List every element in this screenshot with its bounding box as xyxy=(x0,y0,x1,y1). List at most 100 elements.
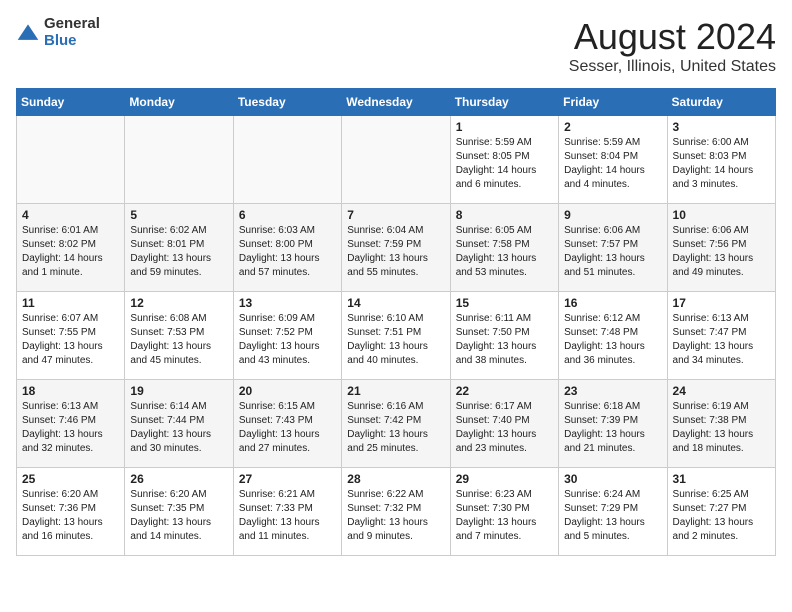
calendar-cell: 18Sunrise: 6:13 AMSunset: 7:46 PMDayligh… xyxy=(17,380,125,468)
day-info: Sunrise: 6:10 AMSunset: 7:51 PMDaylight:… xyxy=(347,312,444,368)
day-info: Sunrise: 6:22 AMSunset: 7:32 PMDaylight:… xyxy=(347,488,444,544)
calendar-week-row: 11 Sunrise: 6:07 AMSunset: 7:55 PMDayligh… xyxy=(17,292,776,380)
day-number: 3 xyxy=(673,120,770,134)
calendar-week-row: 25 Sunrise: 6:20 AMSunset: 7:36 PMDayligh… xyxy=(17,468,776,556)
day-info: Sunrise: 6:00 AMSunset: 8:03 PMDaylight:… xyxy=(673,136,770,192)
day-of-week-header: Thursday xyxy=(450,89,558,116)
calendar-table: SundayMondayTuesdayWednesdayThursdayFrid… xyxy=(16,88,776,556)
day-number: 21 xyxy=(347,384,444,398)
day-info: Sunrise: 6:09 AMSunset: 7:52 PMDaylight:… xyxy=(239,312,336,368)
calendar-cell: 5 Sunrise: 6:02 AMSunset: 8:01 PMDaylight… xyxy=(125,204,233,292)
day-info: Sunrise: 6:24 AMSunset: 7:29 PMDaylight:… xyxy=(564,488,661,544)
day-number: 16 xyxy=(564,296,661,310)
day-number: 30 xyxy=(564,472,661,486)
day-number: 28 xyxy=(347,472,444,486)
calendar-cell: 8Sunrise: 6:05 AMSunset: 7:58 PMDaylight… xyxy=(450,204,558,292)
calendar-week-row: 1Sunrise: 5:59 AMSunset: 8:05 PMDaylight… xyxy=(17,116,776,204)
day-of-week-header: Wednesday xyxy=(342,89,450,116)
day-info: Sunrise: 6:07 AMSunset: 7:55 PMDaylight:… xyxy=(22,312,119,368)
day-info: Sunrise: 6:16 AMSunset: 7:42 PMDaylight:… xyxy=(347,400,444,456)
day-info: Sunrise: 6:02 AMSunset: 8:01 PMDaylight:… xyxy=(130,224,227,280)
calendar-cell xyxy=(233,116,341,204)
day-number: 22 xyxy=(456,384,553,398)
day-number: 29 xyxy=(456,472,553,486)
day-number: 26 xyxy=(130,472,227,486)
day-number: 13 xyxy=(239,296,336,310)
calendar-cell: 26 Sunrise: 6:20 AMSunset: 7:35 PMDayligh… xyxy=(125,468,233,556)
calendar-cell xyxy=(17,116,125,204)
calendar-cell: 1Sunrise: 5:59 AMSunset: 8:05 PMDaylight… xyxy=(450,116,558,204)
calendar-cell: 14 Sunrise: 6:10 AMSunset: 7:51 PMDayligh… xyxy=(342,292,450,380)
day-info: Sunrise: 6:25 AMSunset: 7:27 PMDaylight:… xyxy=(673,488,770,544)
day-info: Sunrise: 6:12 AMSunset: 7:48 PMDaylight:… xyxy=(564,312,661,368)
calendar-cell: 9 Sunrise: 6:06 AMSunset: 7:57 PMDaylight… xyxy=(559,204,667,292)
page-header: General Blue August 2024 Sesser, Illinoi… xyxy=(16,16,776,76)
day-number: 15 xyxy=(456,296,553,310)
day-of-week-header: Saturday xyxy=(667,89,775,116)
day-info: Sunrise: 6:01 AMSunset: 8:02 PMDaylight:… xyxy=(22,224,119,280)
calendar-cell: 2Sunrise: 5:59 AMSunset: 8:04 PMDaylight… xyxy=(559,116,667,204)
calendar-cell: 25 Sunrise: 6:20 AMSunset: 7:36 PMDayligh… xyxy=(17,468,125,556)
day-info: Sunrise: 6:19 AMSunset: 7:38 PMDaylight:… xyxy=(673,400,770,456)
day-info: Sunrise: 6:21 AMSunset: 7:33 PMDaylight:… xyxy=(239,488,336,544)
day-number: 6 xyxy=(239,208,336,222)
day-info: Sunrise: 6:08 AMSunset: 7:53 PMDaylight:… xyxy=(130,312,227,368)
day-number: 2 xyxy=(564,120,661,134)
calendar-cell xyxy=(125,116,233,204)
calendar-cell: 17 Sunrise: 6:13 AMSunset: 7:47 PMDayligh… xyxy=(667,292,775,380)
day-number: 31 xyxy=(673,472,770,486)
day-info: Sunrise: 6:13 AMSunset: 7:47 PMDaylight:… xyxy=(673,312,770,368)
page-title: August 2024 xyxy=(569,16,776,58)
day-number: 27 xyxy=(239,472,336,486)
day-number: 5 xyxy=(130,208,227,222)
day-number: 23 xyxy=(564,384,661,398)
day-info: Sunrise: 6:20 AMSunset: 7:35 PMDaylight:… xyxy=(130,488,227,544)
calendar-cell: 7Sunrise: 6:04 AMSunset: 7:59 PMDaylight… xyxy=(342,204,450,292)
calendar-cell: 24Sunrise: 6:19 AMSunset: 7:38 PMDayligh… xyxy=(667,380,775,468)
day-number: 18 xyxy=(22,384,119,398)
calendar-cell: 23Sunrise: 6:18 AMSunset: 7:39 PMDayligh… xyxy=(559,380,667,468)
calendar-cell: 6 Sunrise: 6:03 AMSunset: 8:00 PMDaylight… xyxy=(233,204,341,292)
day-of-week-header: Monday xyxy=(125,89,233,116)
calendar-cell: 13 Sunrise: 6:09 AMSunset: 7:52 PMDayligh… xyxy=(233,292,341,380)
calendar-cell xyxy=(342,116,450,204)
day-number: 4 xyxy=(22,208,119,222)
logo-blue: Blue xyxy=(44,33,100,50)
calendar-cell: 21 Sunrise: 6:16 AMSunset: 7:42 PMDayligh… xyxy=(342,380,450,468)
day-number: 25 xyxy=(22,472,119,486)
day-info: Sunrise: 6:06 AMSunset: 7:56 PMDaylight:… xyxy=(673,224,770,280)
day-info: Sunrise: 6:15 AMSunset: 7:43 PMDaylight:… xyxy=(239,400,336,456)
calendar-cell: 28 Sunrise: 6:22 AMSunset: 7:32 PMDayligh… xyxy=(342,468,450,556)
calendar-cell: 20Sunrise: 6:15 AMSunset: 7:43 PMDayligh… xyxy=(233,380,341,468)
day-of-week-header: Sunday xyxy=(17,89,125,116)
calendar-cell: 11 Sunrise: 6:07 AMSunset: 7:55 PMDayligh… xyxy=(17,292,125,380)
day-number: 10 xyxy=(673,208,770,222)
day-number: 7 xyxy=(347,208,444,222)
logo-general: General xyxy=(44,16,100,33)
day-number: 17 xyxy=(673,296,770,310)
day-info: Sunrise: 6:11 AMSunset: 7:50 PMDaylight:… xyxy=(456,312,553,368)
calendar-cell: 27 Sunrise: 6:21 AMSunset: 7:33 PMDayligh… xyxy=(233,468,341,556)
calendar-cell: 29Sunrise: 6:23 AMSunset: 7:30 PMDayligh… xyxy=(450,468,558,556)
logo-icon xyxy=(16,21,40,45)
day-number: 11 xyxy=(22,296,119,310)
calendar-cell: 30 Sunrise: 6:24 AMSunset: 7:29 PMDayligh… xyxy=(559,468,667,556)
day-of-week-header: Friday xyxy=(559,89,667,116)
day-number: 12 xyxy=(130,296,227,310)
calendar-cell: 19Sunrise: 6:14 AMSunset: 7:44 PMDayligh… xyxy=(125,380,233,468)
calendar-cell: 4 Sunrise: 6:01 AMSunset: 8:02 PMDaylight… xyxy=(17,204,125,292)
day-info: Sunrise: 6:20 AMSunset: 7:36 PMDaylight:… xyxy=(22,488,119,544)
day-number: 14 xyxy=(347,296,444,310)
logo: General Blue xyxy=(16,16,100,49)
title-block: August 2024 Sesser, Illinois, United Sta… xyxy=(569,16,776,76)
day-info: Sunrise: 6:03 AMSunset: 8:00 PMDaylight:… xyxy=(239,224,336,280)
calendar-header: SundayMondayTuesdayWednesdayThursdayFrid… xyxy=(17,89,776,116)
day-of-week-header: Tuesday xyxy=(233,89,341,116)
calendar-week-row: 4 Sunrise: 6:01 AMSunset: 8:02 PMDaylight… xyxy=(17,204,776,292)
day-info: Sunrise: 6:06 AMSunset: 7:57 PMDaylight:… xyxy=(564,224,661,280)
calendar-cell: 3 Sunrise: 6:00 AMSunset: 8:03 PMDaylight… xyxy=(667,116,775,204)
days-of-week-row: SundayMondayTuesdayWednesdayThursdayFrid… xyxy=(17,89,776,116)
day-number: 1 xyxy=(456,120,553,134)
calendar-cell: 10 Sunrise: 6:06 AMSunset: 7:56 PMDayligh… xyxy=(667,204,775,292)
day-number: 9 xyxy=(564,208,661,222)
